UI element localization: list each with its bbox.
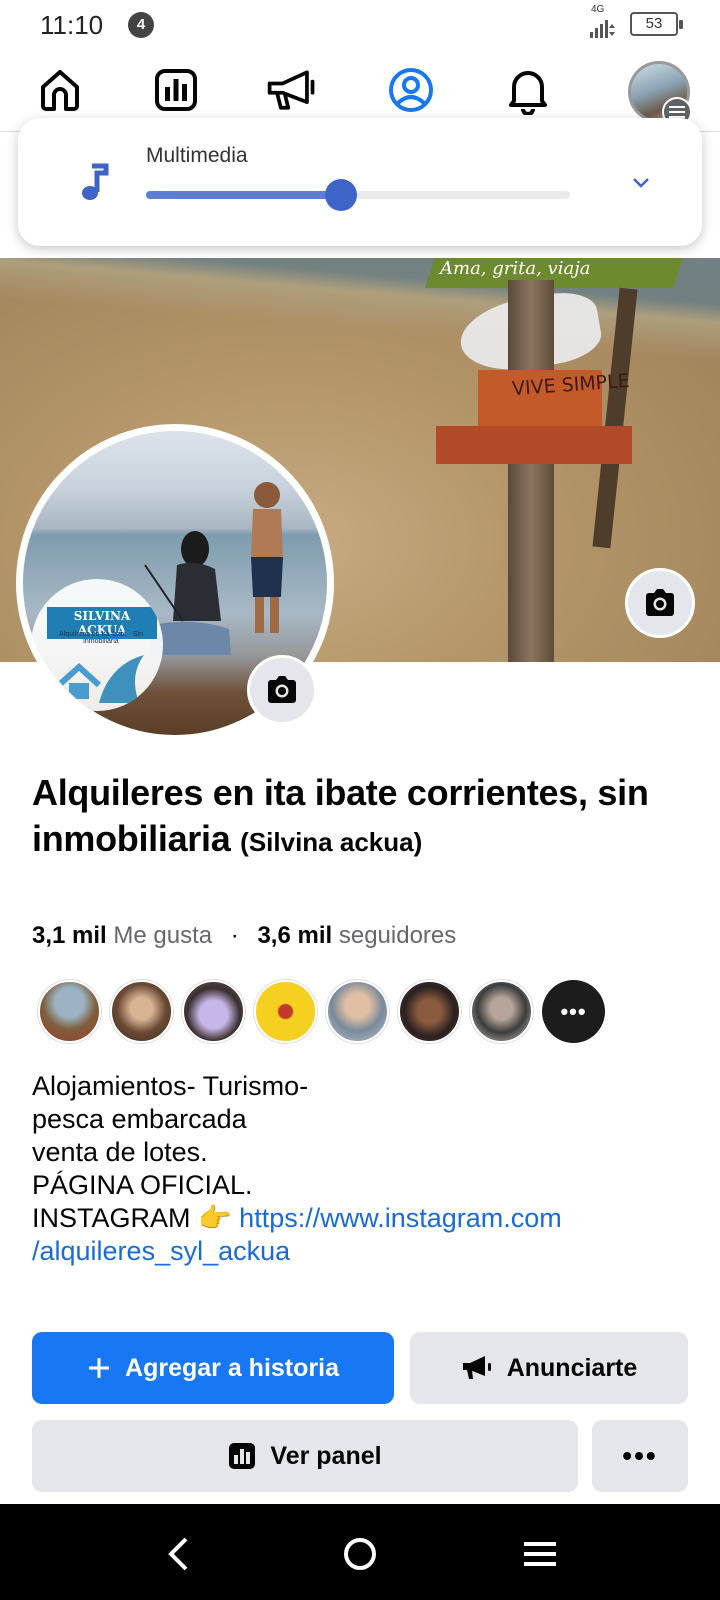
bell-icon xyxy=(509,71,547,115)
avatar-child xyxy=(251,482,283,633)
network-type-label: 4G xyxy=(591,4,605,15)
view-panel-button[interactable]: Ver panel xyxy=(32,1420,578,1492)
instagram-label: INSTAGRAM xyxy=(32,1203,191,1233)
battery-icon: 53 xyxy=(630,12,683,36)
profile-icon xyxy=(389,68,433,112)
home-button[interactable] xyxy=(332,1526,388,1582)
stats-separator: · xyxy=(230,922,239,949)
page-name-suffix: (Silvina ackua) xyxy=(240,827,423,857)
notification-count-badge: 4 xyxy=(128,12,154,38)
follower-avatar[interactable] xyxy=(38,980,101,1043)
logo-subtext: Alquileres en Itá Ibaté · Sin inmobiliar… xyxy=(58,631,144,645)
add-to-story-button[interactable]: Agregar a historia xyxy=(32,1332,394,1404)
advertise-button[interactable]: Anunciarte xyxy=(410,1332,688,1404)
megaphone-icon xyxy=(267,70,315,110)
back-icon xyxy=(168,1537,188,1571)
signal-icon xyxy=(590,20,615,38)
instagram-link-continued[interactable]: /alquileres_syl_ackua xyxy=(32,1236,290,1266)
bio-line: Alojamientos- Turismo- xyxy=(32,1071,309,1101)
edit-profile-picture-button[interactable] xyxy=(247,655,317,725)
plus-icon xyxy=(87,1356,111,1380)
home-circle-icon xyxy=(344,1538,376,1570)
camera-icon xyxy=(268,676,296,703)
likes-count: 3,1 mil xyxy=(32,922,107,949)
page-bio: Alojamientos- Turismo- pesca embarcada v… xyxy=(32,1070,692,1268)
add-to-story-label: Agregar a historia xyxy=(125,1353,339,1382)
advertise-label: Anunciarte xyxy=(506,1353,638,1382)
bio-instagram-line: INSTAGRAM 👉 https://www.instagram.com xyxy=(32,1202,692,1235)
dashboard-icon xyxy=(155,69,197,111)
page-stats: 3,1 mil Me gusta · 3,6 mil seguidores xyxy=(32,922,456,950)
system-navigation-bar xyxy=(0,1504,720,1600)
silvina-ackua-logo: SILVINA ACKUA Alquileres en Itá Ibaté · … xyxy=(31,579,163,711)
bio-line: PÁGINA OFICIAL. xyxy=(32,1170,253,1200)
follower-avatar[interactable] xyxy=(110,980,173,1043)
more-followers-button[interactable]: ••• xyxy=(542,980,605,1043)
notifications-tab[interactable] xyxy=(500,62,556,118)
pointing-hand-emoji: 👉 xyxy=(198,1203,232,1233)
follower-avatar[interactable] xyxy=(470,980,533,1043)
followers-count: 3,6 mil xyxy=(257,922,333,949)
cover-sign-top-text: Ama, grita, viaja xyxy=(440,258,591,279)
chevron-down-icon xyxy=(633,178,649,188)
follower-avatar[interactable] xyxy=(182,980,245,1043)
follower-avatar[interactable] xyxy=(254,980,317,1043)
volume-slider[interactable] xyxy=(146,179,570,211)
house-wave-icon xyxy=(56,655,144,703)
home-icon xyxy=(41,70,79,111)
view-panel-label: Ver panel xyxy=(270,1441,382,1470)
cover-sign-bottom xyxy=(436,426,632,464)
volume-thumb[interactable] xyxy=(325,179,358,211)
back-button[interactable] xyxy=(150,1526,206,1582)
volume-fill xyxy=(146,191,342,199)
advertise-tab[interactable] xyxy=(264,62,320,118)
more-options-button[interactable]: ••• xyxy=(592,1420,688,1492)
megaphone-icon xyxy=(461,1355,493,1381)
follower-avatars[interactable]: ••• xyxy=(38,980,605,1046)
home-tab[interactable] xyxy=(32,62,88,118)
likes-label: Me gusta xyxy=(113,922,213,949)
battery-level: 53 xyxy=(645,15,663,32)
followers-label: seguidores xyxy=(338,922,457,949)
instagram-link[interactable]: https://www.instagram.com xyxy=(239,1203,562,1233)
follower-avatar[interactable] xyxy=(398,980,461,1043)
dashboard-tab[interactable] xyxy=(148,62,204,118)
hamburger-icon xyxy=(669,106,685,118)
music-note-icon xyxy=(82,163,109,200)
camera-icon xyxy=(646,589,674,616)
bio-line: venta de lotes. xyxy=(32,1137,208,1167)
status-time: 11:10 xyxy=(40,10,104,40)
recents-icon xyxy=(524,1542,556,1566)
bio-line: pesca embarcada xyxy=(32,1104,247,1134)
volume-panel: Multimedia xyxy=(18,118,702,246)
page-title: Alquileres en ita ibate corrientes, sin … xyxy=(32,770,692,865)
status-bar: 11:10 4 4G 53 xyxy=(0,0,720,52)
recents-button[interactable] xyxy=(512,1526,568,1582)
volume-expand-button[interactable] xyxy=(624,166,658,200)
volume-stream-label: Multimedia xyxy=(146,144,248,167)
edit-cover-button[interactable] xyxy=(625,568,695,638)
follower-avatar[interactable] xyxy=(326,980,389,1043)
cover-post xyxy=(508,280,554,662)
profile-tab[interactable] xyxy=(383,62,439,118)
dashboard-icon xyxy=(228,1442,256,1470)
